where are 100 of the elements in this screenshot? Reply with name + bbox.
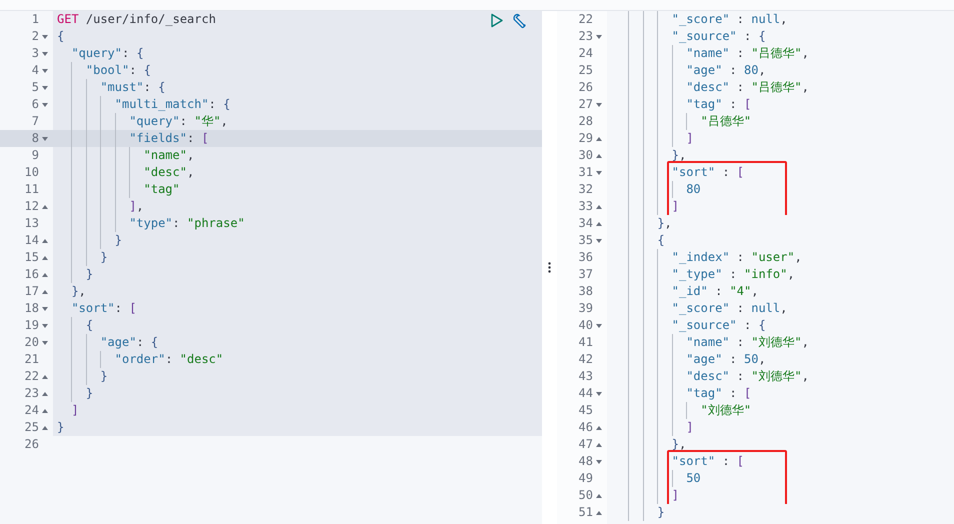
code-line: }, <box>672 147 686 164</box>
code-line: { <box>86 317 94 334</box>
code-line: } <box>100 249 108 266</box>
code-line: "name", <box>144 147 194 164</box>
code-line: "query": "华", <box>129 113 228 130</box>
code-line: ] <box>672 198 679 215</box>
code-line: "tag" : [ <box>686 96 752 113</box>
unfold-arrow-icon[interactable] <box>42 374 48 378</box>
code-line: "desc", <box>144 164 194 181</box>
line-number: 9 <box>32 147 39 164</box>
fold-arrow-icon[interactable] <box>42 102 48 106</box>
code-line: } <box>86 266 94 283</box>
fold-arrow-icon[interactable] <box>42 306 48 310</box>
fold-arrow-icon[interactable] <box>42 324 48 328</box>
fold-arrow-icon[interactable] <box>42 34 48 38</box>
code-line: GET /user/info/_search <box>57 11 216 28</box>
code-line: "_type" : "info", <box>672 266 795 283</box>
line-number: 24 <box>578 45 593 62</box>
code-line: "sort" : [ <box>672 164 744 181</box>
line-number: 38 <box>578 283 593 300</box>
unfold-arrow-icon[interactable] <box>42 238 48 242</box>
line-number: 20 <box>24 334 39 351</box>
code-line: "_source" : { <box>672 28 766 45</box>
line-number: 22 <box>24 368 39 385</box>
line-number: 11 <box>24 181 39 198</box>
fold-arrow-icon[interactable] <box>596 324 602 328</box>
fold-arrow-icon[interactable] <box>596 392 602 396</box>
line-number: 24 <box>24 402 39 419</box>
fold-arrow-icon[interactable] <box>596 238 602 242</box>
fold-arrow-icon[interactable] <box>42 52 48 56</box>
line-number: 25 <box>24 419 39 436</box>
code-line: "multi_match": { <box>114 96 230 113</box>
code-line: } <box>100 368 108 385</box>
line-number: 5 <box>32 79 39 96</box>
fold-arrow-icon[interactable] <box>42 340 48 344</box>
line-number: 23 <box>24 385 39 402</box>
code-line: "must": { <box>100 79 166 96</box>
code-line: "name" : "吕德华", <box>686 45 809 62</box>
unfold-arrow-icon[interactable] <box>596 204 602 208</box>
code-line: }, <box>657 215 672 232</box>
code-line: ] <box>71 402 79 419</box>
line-number: 31 <box>578 164 593 181</box>
fold-arrow-icon[interactable] <box>596 460 602 464</box>
code-line: "desc" : "刘德华", <box>686 368 809 385</box>
line-number: 26 <box>24 436 39 453</box>
line-number: 2 <box>32 28 39 45</box>
wrench-icon[interactable] <box>512 13 528 29</box>
fold-arrow-icon[interactable] <box>42 136 48 140</box>
line-number: 26 <box>578 79 593 96</box>
fold-arrow-icon[interactable] <box>42 68 48 72</box>
code-line: "name" : "刘德华", <box>686 334 809 351</box>
unfold-arrow-icon[interactable] <box>42 290 48 294</box>
unfold-arrow-icon[interactable] <box>42 256 48 260</box>
unfold-arrow-icon[interactable] <box>42 392 48 396</box>
unfold-arrow-icon[interactable] <box>42 426 48 430</box>
line-number: 50 <box>578 487 593 504</box>
code-line: 80 <box>686 181 701 198</box>
code-line: { <box>57 28 64 45</box>
code-line: }, <box>71 283 86 300</box>
code-line: "bool": { <box>86 62 151 79</box>
line-number: 25 <box>578 62 593 79</box>
line-number: 19 <box>24 317 39 334</box>
unfold-arrow-icon[interactable] <box>596 154 602 158</box>
resize-handle-icon[interactable] <box>548 262 551 273</box>
unfold-arrow-icon[interactable] <box>596 426 602 430</box>
unfold-arrow-icon[interactable] <box>42 408 48 412</box>
line-number: 17 <box>24 283 39 300</box>
code-line: ] <box>672 487 679 504</box>
line-number: 7 <box>32 113 39 130</box>
fold-arrow-icon[interactable] <box>596 34 602 38</box>
line-number: 29 <box>578 130 593 147</box>
unfold-arrow-icon[interactable] <box>596 222 602 226</box>
code-line: "age" : 80, <box>686 62 766 79</box>
line-number: 37 <box>578 266 593 283</box>
line-number: 40 <box>578 317 593 334</box>
code-line: } <box>657 504 665 521</box>
code-line: "tag" <box>144 181 180 198</box>
line-number: 32 <box>578 181 593 198</box>
line-number: 12 <box>24 198 39 215</box>
unfold-arrow-icon[interactable] <box>596 136 602 140</box>
unfold-arrow-icon[interactable] <box>596 494 602 498</box>
line-number: 10 <box>24 164 39 181</box>
unfold-arrow-icon[interactable] <box>596 442 602 446</box>
line-number: 6 <box>32 96 39 113</box>
line-number: 51 <box>578 504 593 521</box>
fold-arrow-icon[interactable] <box>42 86 48 90</box>
line-number: 14 <box>24 232 39 249</box>
unfold-arrow-icon[interactable] <box>42 204 48 208</box>
line-number: 27 <box>578 96 593 113</box>
code-line: }, <box>672 436 686 453</box>
fold-arrow-icon[interactable] <box>596 170 602 174</box>
fold-arrow-icon[interactable] <box>596 102 602 106</box>
code-line: "sort": [ <box>71 300 136 317</box>
code-line: } <box>86 385 94 402</box>
line-number: 39 <box>578 300 593 317</box>
line-number: 16 <box>24 266 39 283</box>
unfold-arrow-icon[interactable] <box>596 510 602 514</box>
code-line: ] <box>686 130 694 147</box>
line-number: 15 <box>24 249 39 266</box>
unfold-arrow-icon[interactable] <box>42 272 48 276</box>
